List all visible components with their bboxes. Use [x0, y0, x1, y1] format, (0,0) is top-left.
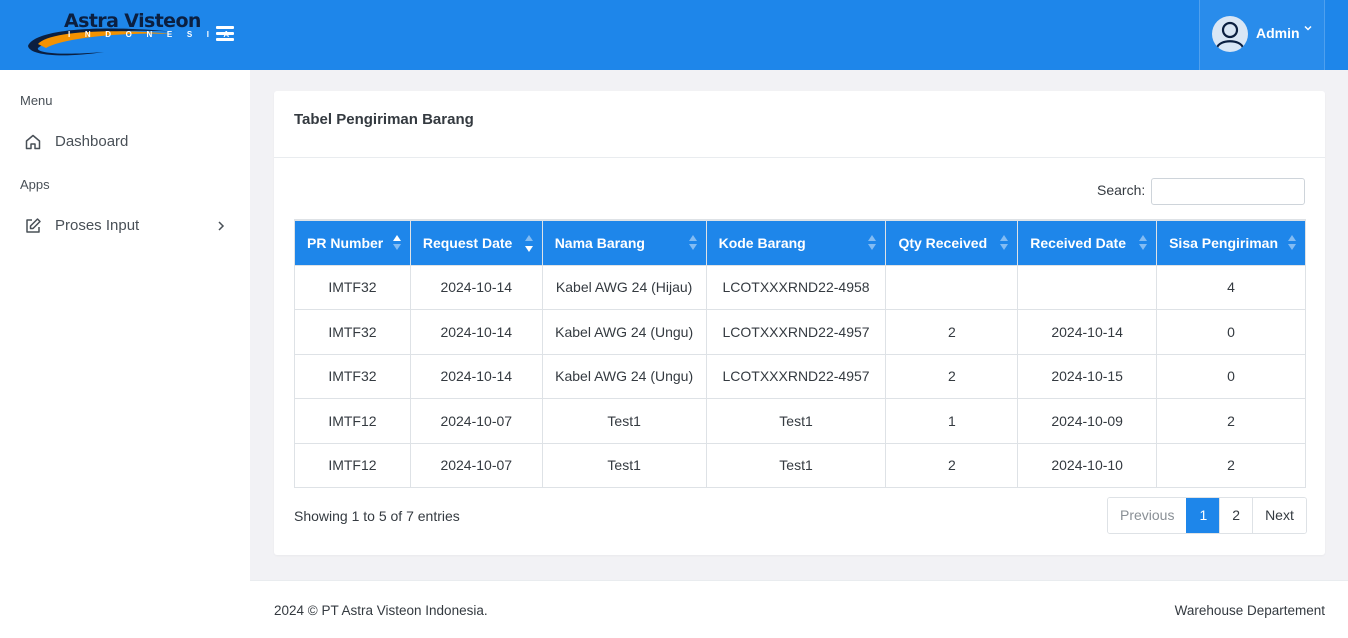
pagination-next-button[interactable]: Next	[1252, 498, 1306, 533]
shipment-card: Tabel Pengiriman Barang Search: PR Numbe…	[274, 91, 1325, 555]
table-row: IMTF32 2024-10-14 Kabel AWG 24 (Ungu) LC…	[294, 353, 1306, 399]
cell-kode-barang: LCOTXXXRND22-4958	[705, 264, 887, 310]
top-navbar: Astra Visteon I N D O N E S I A Admin	[0, 0, 1348, 70]
shipment-table: PR Number Request Date Nama Barang Kode …	[294, 219, 1306, 488]
user-name: Admin	[1256, 25, 1300, 41]
cell-kode-barang: Test1	[705, 442, 887, 488]
home-icon	[24, 133, 42, 151]
cell-received-date	[1017, 264, 1158, 310]
pagination-page-2[interactable]: 2	[1219, 498, 1253, 533]
user-menu-button[interactable]: Admin	[1199, 0, 1325, 70]
cell-request-date: 2024-10-14	[409, 309, 543, 355]
pagination: Previous 1 2 Next	[1107, 497, 1307, 534]
table-row: IMTF12 2024-10-07 Test1 Test1 2 2024-10-…	[294, 442, 1306, 488]
column-header-kode-barang[interactable]: Kode Barang	[705, 219, 887, 265]
sort-icon	[1138, 235, 1148, 251]
column-header-request-date[interactable]: Request Date	[409, 219, 543, 265]
cell-qty-received: 2	[885, 353, 1019, 399]
chevron-right-icon	[216, 217, 226, 235]
cell-nama-barang: Kabel AWG 24 (Ungu)	[541, 309, 707, 355]
sidebar-item-label: Dashboard	[55, 133, 129, 150]
cell-sisa-pengiriman: 0	[1156, 353, 1306, 399]
cell-qty-received: 1	[885, 398, 1019, 444]
cell-request-date: 2024-10-14	[409, 353, 543, 399]
column-header-label: Sisa Pengiriman	[1169, 234, 1279, 251]
table-info: Showing 1 to 5 of 7 entries	[294, 508, 460, 524]
sidebar-item-proses-input[interactable]: Proses Input	[0, 206, 250, 246]
search-label: Search:	[1097, 182, 1146, 198]
cell-sisa-pengiriman: 2	[1156, 398, 1306, 444]
cell-request-date: 2024-10-07	[409, 398, 543, 444]
sidebar: Menu Dashboard Apps Proses Input	[0, 70, 250, 638]
cell-pr-number: IMTF32	[294, 264, 411, 310]
sidebar-item-label: Proses Input	[55, 217, 140, 234]
brand-name: Astra Visteon	[64, 10, 201, 32]
cell-pr-number: IMTF12	[294, 398, 411, 444]
cell-qty-received: 2	[885, 309, 1019, 355]
cell-kode-barang: Test1	[705, 398, 887, 444]
cell-request-date: 2024-10-14	[409, 264, 543, 310]
footer: 2024 © PT Astra Visteon Indonesia. Wareh…	[250, 580, 1348, 638]
cell-nama-barang: Kabel AWG 24 (Hijau)	[541, 264, 707, 310]
sidebar-section-apps: Apps	[20, 177, 50, 192]
cell-nama-barang: Test1	[541, 442, 707, 488]
column-header-label: Qty Received	[898, 234, 988, 251]
card-divider	[274, 157, 1325, 158]
table-row: IMTF32 2024-10-14 Kabel AWG 24 (Ungu) LC…	[294, 309, 1306, 355]
cell-pr-number: IMTF12	[294, 442, 411, 488]
column-header-label: Request Date	[422, 234, 513, 251]
column-header-pr-number[interactable]: PR Number	[294, 219, 411, 265]
column-header-received-date[interactable]: Received Date	[1017, 219, 1158, 265]
column-header-label: PR Number	[307, 234, 384, 251]
card-title: Tabel Pengiriman Barang	[294, 111, 474, 128]
sidebar-item-dashboard[interactable]: Dashboard	[0, 122, 250, 162]
cell-nama-barang: Kabel AWG 24 (Ungu)	[541, 353, 707, 399]
sort-icon	[524, 235, 534, 252]
search-input[interactable]	[1151, 178, 1305, 205]
column-header-nama-barang[interactable]: Nama Barang	[541, 219, 707, 265]
cell-received-date: 2024-10-15	[1017, 353, 1158, 399]
cell-qty-received	[885, 264, 1019, 310]
cell-nama-barang: Test1	[541, 398, 707, 444]
user-avatar-icon	[1212, 16, 1248, 52]
menu-toggle-icon[interactable]	[216, 26, 234, 42]
brand-logo[interactable]: Astra Visteon I N D O N E S I A	[24, 8, 229, 60]
column-header-label: Received Date	[1030, 234, 1126, 251]
cell-qty-received: 2	[885, 442, 1019, 488]
sort-icon	[999, 235, 1009, 251]
cell-received-date: 2024-10-09	[1017, 398, 1158, 444]
sort-icon	[1287, 235, 1297, 251]
cell-received-date: 2024-10-14	[1017, 309, 1158, 355]
cell-pr-number: IMTF32	[294, 309, 411, 355]
table-row: IMTF12 2024-10-07 Test1 Test1 1 2024-10-…	[294, 398, 1306, 444]
table-row: IMTF32 2024-10-14 Kabel AWG 24 (Hijau) L…	[294, 264, 1306, 310]
brand-subtitle: I N D O N E S I A	[68, 30, 236, 39]
sort-icon	[688, 235, 698, 251]
column-header-sisa-pengiriman[interactable]: Sisa Pengiriman	[1156, 219, 1306, 265]
cell-request-date: 2024-10-07	[409, 442, 543, 488]
cell-pr-number: IMTF32	[294, 353, 411, 399]
chevron-down-icon	[1304, 24, 1312, 35]
column-header-label: Kode Barang	[718, 234, 806, 251]
cell-received-date: 2024-10-10	[1017, 442, 1158, 488]
edit-icon	[24, 217, 42, 235]
table-header-row: PR Number Request Date Nama Barang Kode …	[294, 219, 1306, 265]
pagination-previous-button[interactable]: Previous	[1108, 498, 1187, 533]
cell-kode-barang: LCOTXXXRND22-4957	[705, 353, 887, 399]
pagination-page-1[interactable]: 1	[1186, 498, 1220, 533]
sidebar-section-menu: Menu	[20, 93, 53, 108]
cell-sisa-pengiriman: 0	[1156, 309, 1306, 355]
sort-icon	[867, 235, 877, 251]
cell-sisa-pengiriman: 4	[1156, 264, 1306, 310]
cell-kode-barang: LCOTXXXRND22-4957	[705, 309, 887, 355]
footer-department: Warehouse Departement	[1174, 603, 1325, 618]
sort-asc-icon	[392, 235, 402, 251]
footer-copyright: 2024 © PT Astra Visteon Indonesia.	[274, 603, 488, 618]
cell-sisa-pengiriman: 2	[1156, 442, 1306, 488]
column-header-label: Nama Barang	[554, 234, 645, 251]
column-header-qty-received[interactable]: Qty Received	[885, 219, 1019, 265]
